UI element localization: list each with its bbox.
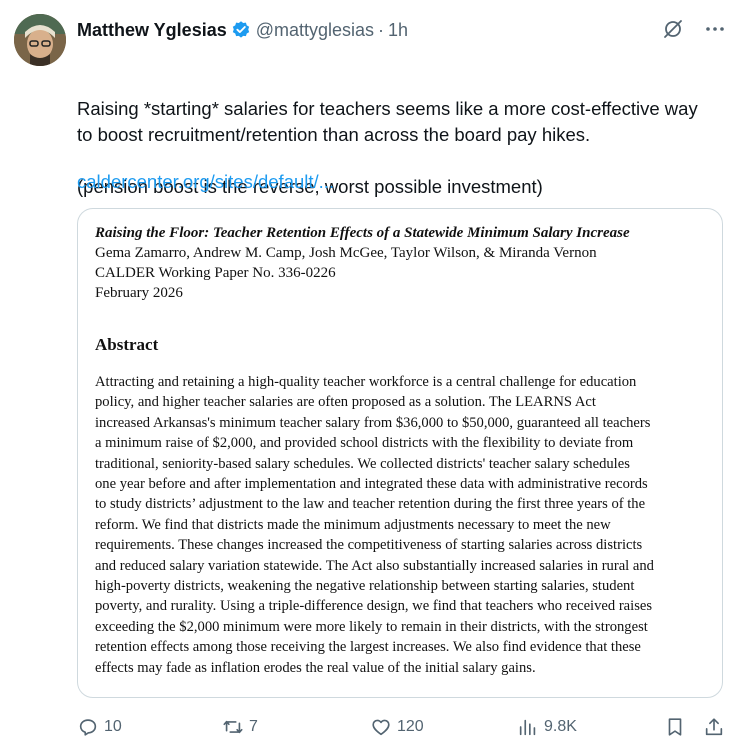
author-handle[interactable]: @mattyglesias (256, 18, 374, 42)
abstract-line: and reduced salary variation statewide. … (95, 557, 654, 574)
bookmark-button[interactable] (664, 715, 686, 739)
views-count: 9.8K (544, 718, 577, 735)
abstract-line: poverty, and rurality. Using a triple-di… (95, 598, 653, 615)
abstract-line: policy, and higher teacher salaries are … (95, 394, 596, 411)
like-button[interactable]: 120 (370, 715, 424, 739)
reply-icon (77, 716, 99, 738)
like-count: 120 (397, 718, 424, 735)
abstract-line: to study districts’ adjustment to the la… (95, 496, 646, 513)
avatar[interactable] (14, 14, 66, 66)
abstract-line: requirements. These changes increased th… (95, 537, 643, 554)
tweet-top-actions (661, 17, 727, 41)
abstract-line: retention effects among those receiving … (95, 639, 641, 656)
abstract-body: Attracting and retaining a high-quality … (95, 372, 715, 678)
abstract-line: Attracting and retaining a high-quality … (95, 374, 637, 390)
views-icon (517, 716, 539, 738)
paper-authors: Gema Zamarro, Andrew M. Camp, Josh McGee… (95, 245, 597, 261)
paper-series: CALDER Working Paper No. 336-0226 (95, 265, 336, 281)
abstract-line: high-poverty districts, weakening the ne… (95, 578, 635, 595)
reply-count: 10 (104, 718, 122, 735)
tweet-link[interactable]: caldercenter.org/sites/default/... (77, 169, 334, 195)
repost-count: 7 (249, 718, 258, 735)
paper-title: Raising the Floor: Teacher Retention Eff… (95, 225, 630, 241)
grok-icon[interactable] (661, 17, 685, 41)
tweet-text-line: to boost recruitment/retention than acro… (77, 124, 591, 145)
paper-date: February 2026 (95, 285, 183, 301)
more-icon[interactable] (703, 17, 727, 41)
bookmark-icon (664, 716, 686, 738)
avatar-image (14, 14, 66, 66)
repost-button[interactable]: 7 (222, 715, 258, 739)
abstract-line: exceeding the $2,000 minimum were more l… (95, 618, 648, 635)
tweet-text: Raising *starting* salaries for teachers… (77, 44, 727, 226)
share-button[interactable] (703, 715, 725, 739)
tweet-header: Matthew Yglesias @mattyglesias · 1h (77, 18, 408, 42)
abstract-line: traditional, seniority-based salary sche… (95, 455, 630, 472)
timestamp[interactable]: 1h (388, 18, 408, 42)
views-button[interactable]: 9.8K (517, 715, 577, 739)
reply-button[interactable]: 10 (77, 715, 122, 739)
attached-paper-image[interactable]: Raising the Floor: Teacher Retention Eff… (77, 208, 723, 698)
like-icon (370, 716, 392, 738)
verified-badge-icon (231, 20, 251, 40)
share-icon (703, 716, 725, 738)
separator-dot: · (378, 20, 385, 40)
abstract-heading: Abstract (95, 335, 159, 354)
abstract-line: reform. We find that districts made the … (95, 516, 611, 533)
tweet-text-line: Raising *starting* salaries for teachers… (77, 98, 698, 119)
abstract-line: effects may fade as inflation erodes the… (95, 659, 536, 676)
abstract-line: increased Arkansas's minimum teacher sal… (95, 414, 651, 431)
abstract-line: one year before and after implementation… (95, 476, 648, 493)
author-name[interactable]: Matthew Yglesias (77, 18, 227, 42)
repost-icon (222, 716, 244, 738)
abstract-line: a minimum raise of $2,000, and provided … (95, 435, 634, 452)
tweet-actions-bar: 10 7 120 9.8K (0, 713, 743, 741)
